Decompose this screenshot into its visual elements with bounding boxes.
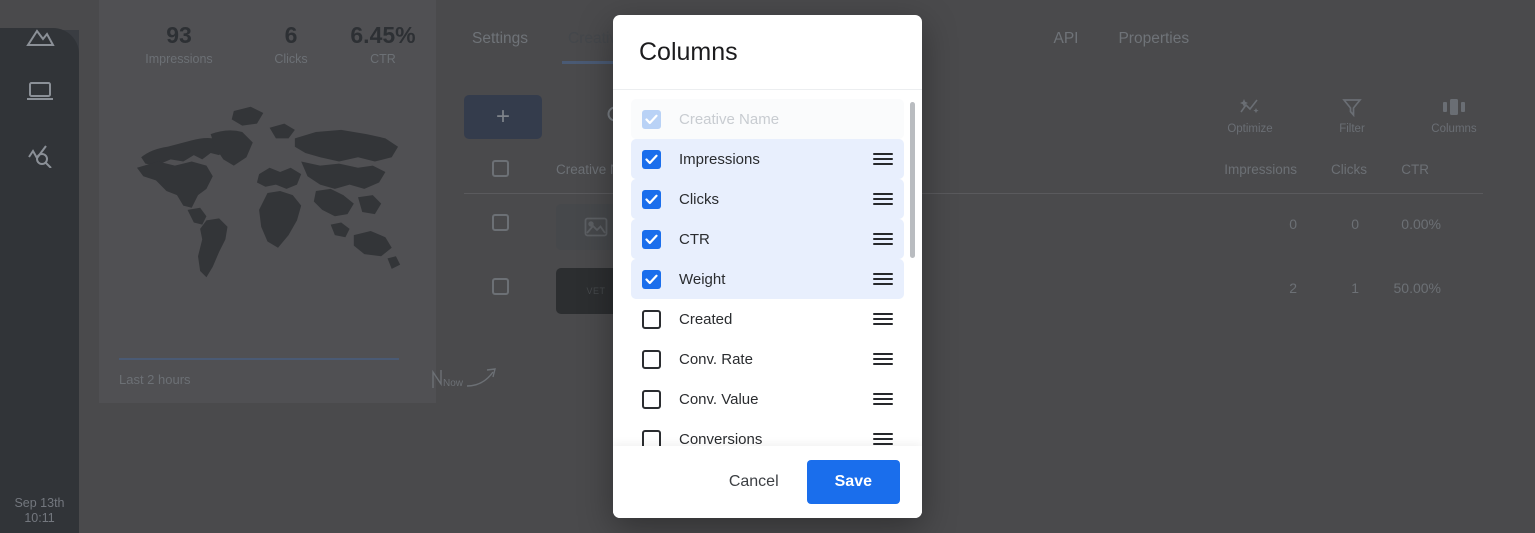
drag-handle-icon[interactable] (873, 390, 893, 408)
sparkle-icon (1221, 95, 1279, 119)
columns-label: Columns (1431, 123, 1477, 135)
th-clicks[interactable]: Clicks (1331, 162, 1367, 177)
column-option-label: Created (679, 310, 733, 328)
save-button[interactable]: Save (806, 460, 900, 504)
column-option-row[interactable]: Created (631, 299, 904, 339)
cell-ctr: 0.00% (1401, 216, 1441, 232)
range-label: Last 2 hours (119, 372, 191, 387)
column-option-checkbox[interactable] (642, 429, 661, 446)
kpi-row: 93 Impressions 6 Clicks 6.45% CTR (99, 0, 436, 66)
th-ctr[interactable]: CTR (1401, 162, 1429, 177)
tab-api[interactable]: API (1053, 30, 1078, 48)
select-all-checkbox[interactable] (492, 160, 509, 177)
stats-panel: 93 Impressions 6 Clicks 6.45% CTR Last 2… (99, 0, 496, 403)
image-icon[interactable] (0, 16, 79, 56)
add-creative-button[interactable]: + (464, 95, 542, 139)
column-option-row[interactable]: Conv. Rate (631, 339, 904, 379)
optimize-button[interactable]: Optimize (1221, 95, 1279, 135)
dialog-header: Columns (613, 15, 922, 90)
cell-clicks: 0 (1351, 216, 1359, 232)
image-placeholder-icon (584, 217, 608, 237)
cell-ctr: 50.00% (1393, 280, 1441, 296)
column-option-row: Creative Name (631, 99, 904, 139)
cancel-button[interactable]: Cancel (711, 463, 797, 501)
filter-button[interactable]: Filter (1323, 95, 1381, 135)
column-option-checkbox[interactable] (642, 349, 661, 369)
column-option-checkbox[interactable] (642, 309, 661, 329)
column-option-row[interactable]: Conversions (631, 419, 904, 446)
column-option-label: Conv. Rate (679, 350, 753, 368)
clock-date: Sep 13th (14, 495, 65, 510)
cell-clicks: 1 (1351, 280, 1359, 296)
kpi-impressions-value: 93 (166, 22, 192, 48)
column-option-label: Impressions (679, 150, 760, 168)
screen-root: Sep 13th 10:11 93 Impressions 6 Clicks 6… (0, 0, 1535, 533)
sidebar-panel (0, 28, 79, 533)
kpi-impressions-label: Impressions (145, 52, 213, 66)
drag-handle-icon[interactable] (873, 310, 893, 328)
column-option-row[interactable]: CTR (631, 219, 904, 259)
world-map (105, 92, 430, 292)
sidebar: Sep 13th 10:11 (0, 0, 79, 533)
column-option-row[interactable]: Clicks (631, 179, 904, 219)
kpi-ctr-label: CTR (370, 52, 396, 66)
monitor-icon[interactable] (0, 71, 79, 111)
clock-time: 10:11 (24, 511, 55, 526)
drag-handle-icon[interactable] (873, 230, 893, 248)
funnel-icon (1323, 95, 1381, 119)
column-option-checkbox[interactable] (642, 189, 661, 209)
dialog-scrollbar[interactable] (910, 102, 915, 258)
columns-button[interactable]: Columns (1425, 95, 1483, 135)
column-option-checkbox[interactable] (642, 269, 661, 289)
column-option-label: Clicks (679, 190, 719, 208)
column-option-row[interactable]: Impressions (631, 139, 904, 179)
column-option-checkbox[interactable] (642, 389, 661, 409)
th-impressions[interactable]: Impressions (1224, 162, 1297, 177)
kpi-clicks-value: 6 (284, 22, 298, 48)
kpi-ctr-value: 6.45% (350, 22, 416, 48)
main-content: Settings Creatives API Properties + Opti… (436, 0, 1535, 533)
sparkline (119, 358, 399, 361)
drag-handle-icon[interactable] (873, 350, 893, 368)
thumbnail-text: VET (586, 286, 606, 296)
column-option-label: Conversions (679, 430, 763, 447)
drag-handle-icon[interactable] (873, 150, 893, 168)
dialog-footer: Cancel Save (613, 446, 922, 518)
cell-impressions: 2 (1289, 280, 1297, 296)
tab-settings[interactable]: Settings (472, 30, 528, 48)
kpi-clicks: 6 Clicks (245, 22, 337, 66)
columns-icon (1425, 95, 1483, 119)
drag-handle-icon[interactable] (873, 270, 893, 288)
drag-handle-icon[interactable] (873, 190, 893, 208)
column-option-checkbox (642, 109, 661, 129)
column-option-label: CTR (679, 230, 710, 248)
column-option-checkbox[interactable] (642, 149, 661, 169)
kpi-ctr: 6.45% CTR (337, 22, 429, 66)
dialog-title: Columns (639, 37, 738, 66)
row-checkbox[interactable] (492, 214, 509, 231)
column-option-row[interactable]: Weight (631, 259, 904, 299)
column-option-label: Conv. Value (679, 390, 759, 408)
column-option-label: Weight (679, 270, 726, 288)
kpi-impressions: 93 Impressions (113, 22, 245, 66)
kpi-clicks-label: Clicks (274, 52, 308, 66)
drag-handle-icon[interactable] (873, 430, 893, 446)
row-checkbox[interactable] (492, 278, 509, 295)
columns-dialog: Columns Creative Name Impressions Clicks CT… (613, 15, 922, 518)
column-option-row[interactable]: Conv. Value (631, 379, 904, 419)
sidebar-clock: Sep 13th 10:11 (0, 496, 79, 527)
tab-properties[interactable]: Properties (1118, 30, 1189, 48)
column-option-checkbox[interactable] (642, 229, 661, 249)
column-option-label: Creative Name (679, 110, 780, 128)
right-tools: Optimize Filter Columns (1221, 95, 1483, 135)
optimize-label: Optimize (1227, 123, 1273, 135)
columns-option-list[interactable]: Creative Name Impressions Clicks CTR Weight C… (613, 90, 922, 446)
analytics-search-icon[interactable] (0, 135, 79, 175)
cell-impressions: 0 (1289, 216, 1297, 232)
filter-label: Filter (1339, 123, 1365, 135)
